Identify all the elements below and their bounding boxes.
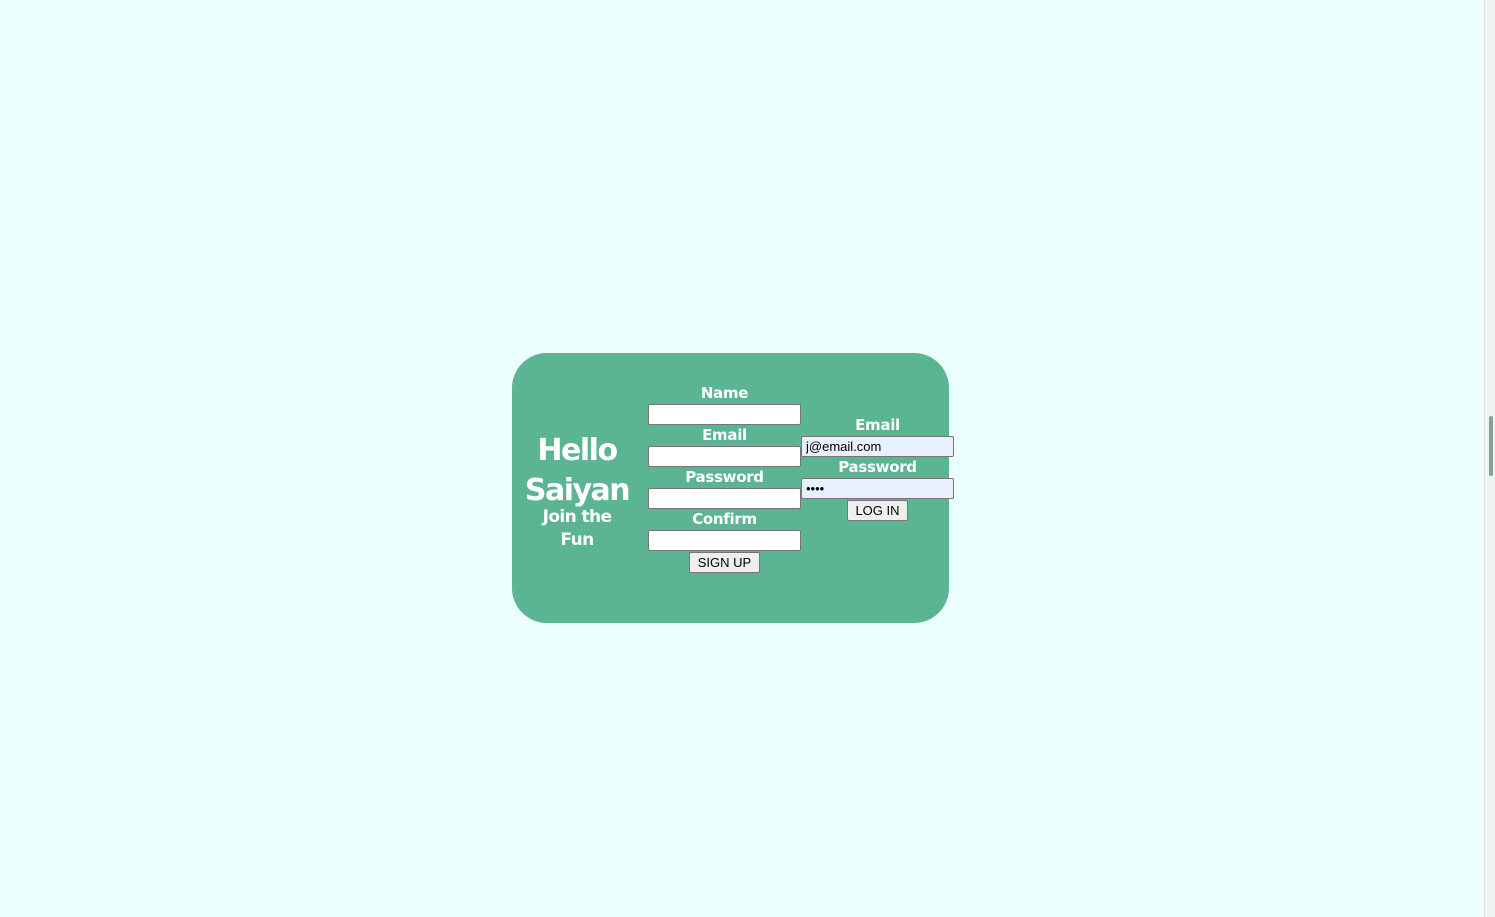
- signup-password-label: Password: [685, 468, 764, 486]
- signup-button[interactable]: SIGN UP: [689, 552, 760, 573]
- signup-email-label: Email: [702, 426, 747, 444]
- signup-name-input[interactable]: [648, 404, 801, 425]
- login-email-label: Email: [855, 416, 900, 434]
- scrollbar-thumb[interactable]: [1489, 416, 1493, 476]
- signup-confirm-label: Confirm: [692, 510, 757, 528]
- greeting-title-line-1: Hello: [537, 433, 618, 468]
- greeting-subtitle-line-1: Join the: [542, 507, 612, 527]
- auth-card: Hello Saiyan Join the Fun Name Email Pas…: [512, 353, 954, 623]
- greeting-subtitle-line-2: Fun: [560, 530, 594, 550]
- login-button[interactable]: LOG IN: [847, 500, 908, 521]
- signup-name-label: Name: [700, 384, 749, 402]
- signup-confirm-input[interactable]: [648, 530, 801, 551]
- greeting-title: Hello Saiyan: [512, 431, 642, 511]
- page-scrollbar[interactable]: [1484, 0, 1495, 917]
- login-email-input[interactable]: [801, 436, 954, 457]
- login-password-label: Password: [838, 458, 917, 476]
- signup-password-input[interactable]: [648, 488, 801, 509]
- greeting-title-line-2: Saiyan: [524, 473, 631, 508]
- greeting-subtitle: Join the Fun: [512, 506, 642, 552]
- login-password-input[interactable]: [801, 478, 954, 499]
- signup-email-input[interactable]: [648, 446, 801, 467]
